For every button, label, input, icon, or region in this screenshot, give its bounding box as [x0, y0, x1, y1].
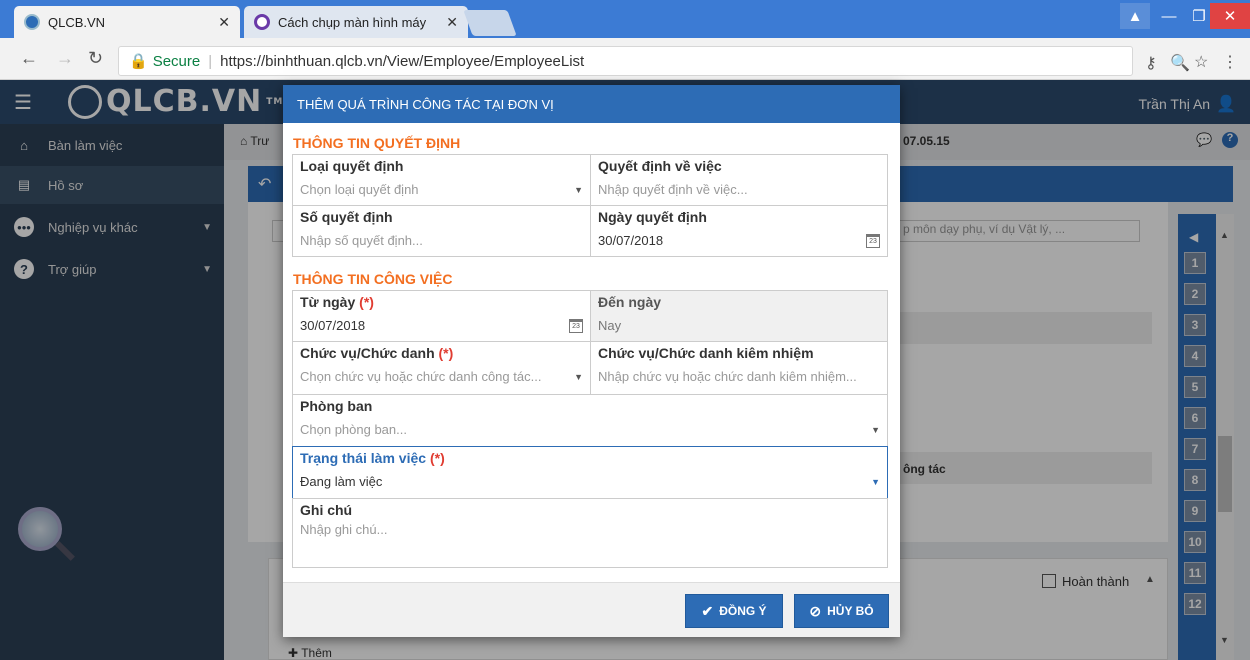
cancel-button[interactable]: ⊘ HỦY BỎ — [794, 594, 889, 628]
qlcb-favicon-icon — [24, 14, 40, 30]
zoom-icon[interactable]: 🔍 — [1170, 53, 1190, 73]
from-date-field[interactable]: Từ ngày (*) 30/07/2018 23 — [292, 290, 591, 342]
position-select[interactable]: Chức vụ/Chức danh (*) Chọn chức vụ hoặc … — [292, 341, 591, 395]
calendar-icon[interactable]: 23 — [569, 318, 583, 333]
url-omnibox[interactable]: 🔒 Secure | https://binhthuan.qlcb.vn/View… — [118, 46, 1133, 76]
new-tab-button[interactable] — [463, 10, 517, 36]
tab-title: QLCB.VN — [48, 14, 106, 30]
back-arrow-icon[interactable]: ← — [20, 48, 38, 69]
decision-type-select[interactable]: Loại quyết định Chọn loại quyết định ▼ — [292, 154, 591, 206]
key-icon[interactable]: ⚷ — [1145, 53, 1157, 73]
decision-subject-field[interactable]: Quyết định về việc Nhập quyết định về vi… — [590, 154, 888, 206]
bookmark-star-icon[interactable]: ☆ — [1194, 52, 1208, 72]
dialog-title: THÊM QUÁ TRÌNH CÔNG TÁC TẠI ĐƠN VỊ — [283, 85, 900, 123]
browser-tab-cach-chup[interactable]: Cách chụp màn hình máy ✕ — [244, 6, 468, 38]
concurrent-position-field[interactable]: Chức vụ/Chức danh kiêm nhiệm Nhập chức v… — [590, 341, 888, 395]
user-profile-icon[interactable]: ▲ — [1120, 3, 1150, 29]
browser-menu-icon[interactable]: ⋮ — [1222, 52, 1238, 72]
note-textarea[interactable]: Ghi chú Nhập ghi chú... — [292, 498, 888, 568]
to-date-field: Đến ngày Nay — [590, 290, 888, 342]
close-tab-icon[interactable]: ✕ — [218, 14, 230, 31]
forward-arrow-icon[interactable]: → — [56, 48, 74, 69]
url-text[interactable]: https://binhthuan.qlcb.vn/View/Employee/… — [220, 53, 584, 70]
cancel-circle-icon: ⊘ — [809, 602, 822, 619]
dropdown-arrow-icon: ▼ — [871, 476, 880, 487]
dialog-footer: ✔ ĐỒNG Ý ⊘ HỦY BỎ — [283, 582, 900, 637]
work-status-select[interactable]: Trạng thái làm việc (*) Đang làm việc ▼ — [292, 446, 888, 499]
close-tab-icon[interactable]: ✕ — [446, 14, 458, 31]
decision-date-field[interactable]: Ngày quyết định 30/07/2018 23 — [590, 205, 888, 257]
tab-favicon-icon — [254, 14, 270, 30]
section-decision-title: THÔNG TIN QUYẾT ĐỊNH — [293, 135, 461, 151]
ok-button[interactable]: ✔ ĐỒNG Ý — [685, 594, 783, 628]
dropdown-arrow-icon: ▼ — [574, 371, 583, 382]
tab-title: Cách chụp màn hình máy — [278, 14, 427, 30]
add-work-history-dialog: THÊM QUÁ TRÌNH CÔNG TÁC TẠI ĐƠN VỊ THÔNG… — [283, 85, 900, 637]
browser-tab-qlcb[interactable]: QLCB.VN ✕ — [14, 6, 240, 38]
dropdown-arrow-icon: ▼ — [574, 184, 583, 195]
section-job-title: THÔNG TIN CÔNG VIỆC — [293, 271, 453, 287]
calendar-icon[interactable]: 23 — [866, 233, 880, 248]
close-window-button[interactable]: ✕ — [1210, 3, 1250, 29]
url-separator: | — [208, 52, 213, 70]
dropdown-arrow-icon: ▼ — [871, 424, 880, 435]
lock-icon: 🔒 — [129, 53, 148, 70]
check-icon: ✔ — [701, 602, 714, 619]
decision-number-field[interactable]: Số quyết định Nhập số quyết định... — [292, 205, 591, 257]
secure-indicator[interactable]: 🔒 Secure — [129, 52, 200, 71]
reload-icon[interactable]: ↻ — [88, 48, 103, 69]
department-select[interactable]: Phòng ban Chọn phòng ban... ▼ — [292, 394, 888, 447]
